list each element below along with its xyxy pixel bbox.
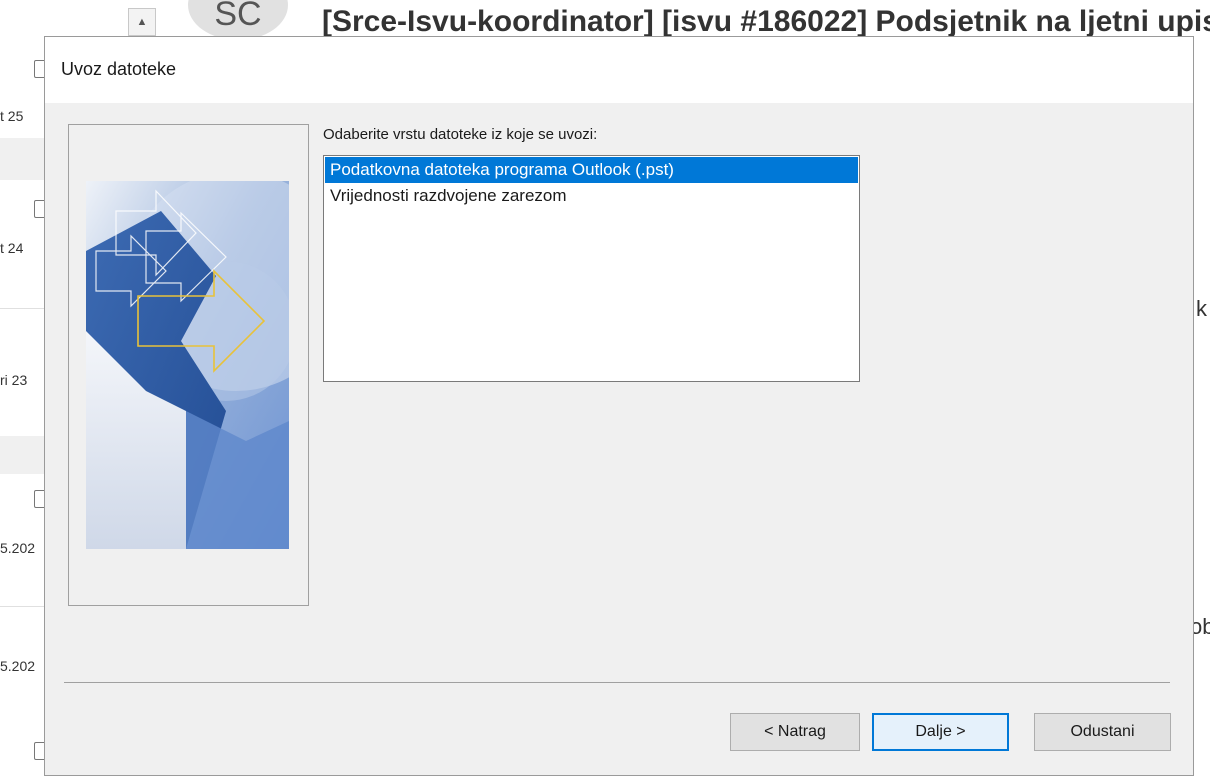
message-date[interactable]: t 25 [0,108,23,124]
file-type-option-pst[interactable]: Podatkovna datoteka programa Outlook (.p… [325,157,858,183]
dialog-title: Uvoz datoteke [61,59,177,79]
message-date[interactable]: ri 23 [0,372,27,388]
message-date[interactable]: t 24 [0,240,23,256]
message-separator [0,308,44,309]
reading-pane-text: k [1196,296,1207,321]
dialog-titlebar[interactable]: Uvoz datoteke [45,37,1193,103]
import-arrows-icon [86,181,289,549]
cancel-button[interactable]: Odustani [1034,713,1171,751]
message-separator-band [0,436,44,474]
file-type-option-csv[interactable]: Vrijednosti razdvojene zarezom [325,183,858,209]
avatar-initials: SC [214,0,262,33]
email-subject: [Srce-Isvu-koordinator] [isvu #186022] P… [322,5,1210,38]
message-date[interactable]: 5.202 [0,658,35,674]
next-button[interactable]: Dalje > [872,713,1009,751]
dialog-divider [64,682,1170,683]
import-file-dialog: Uvoz datoteke Odaberite vrstu datoteke i… [44,36,1194,776]
scroll-up-icon: ▲ [136,16,148,28]
file-type-listbox[interactable]: Podatkovna datoteka programa Outlook (.p… [323,155,860,382]
wizard-illustration [86,181,289,549]
scroll-up-button[interactable]: ▲ [128,8,156,36]
message-separator [0,606,44,607]
message-separator-band [0,138,44,180]
back-button[interactable]: < Natrag [730,713,860,751]
message-date[interactable]: 5.202 [0,540,35,556]
wizard-image-panel [68,124,309,606]
file-type-prompt: Odaberite vrstu datoteke iz koje se uvoz… [323,126,598,143]
